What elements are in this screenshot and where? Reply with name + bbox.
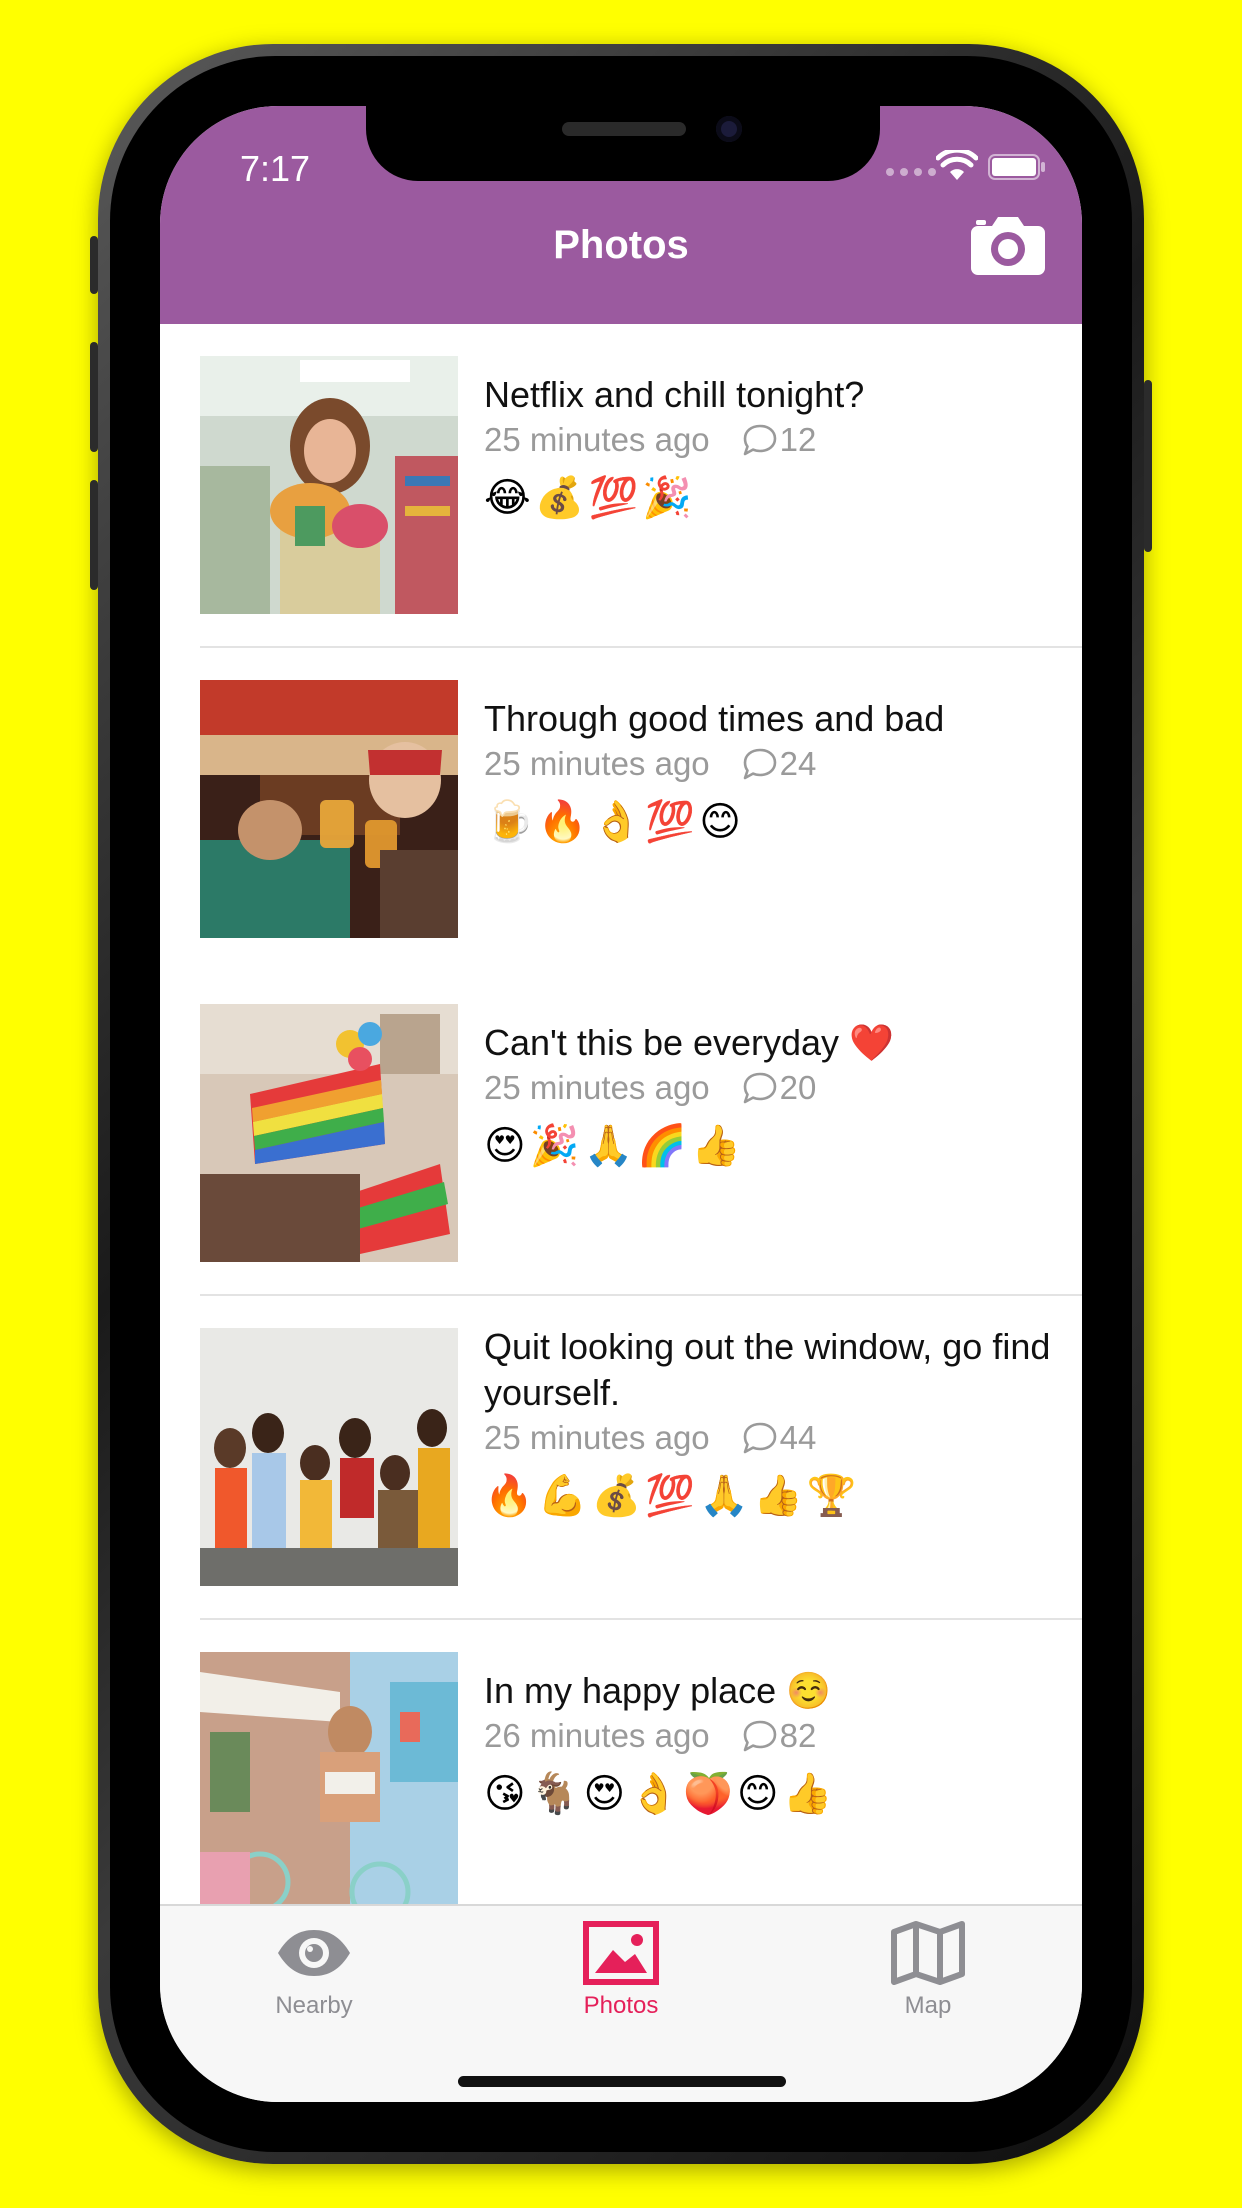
photo-icon: [583, 1921, 659, 1985]
post-thumbnail[interactable]: [200, 356, 458, 614]
comment-count: 12: [779, 421, 817, 458]
comment-icon: [743, 748, 776, 780]
tab-label: Map: [904, 1992, 952, 2019]
post-meta: 25 minutes ago 44: [484, 1416, 1064, 1460]
photo-placeholder: [200, 1004, 458, 1262]
photo-placeholder: [200, 1652, 458, 1904]
comment-count: 82: [779, 1717, 817, 1754]
post-thumbnail[interactable]: [200, 1328, 458, 1586]
tab-label: Nearby: [275, 1992, 353, 2019]
nav-header: 7:17 Photos: [160, 106, 1082, 324]
post-title: In my happy place ☺️: [484, 1670, 831, 1711]
emoji-reactions[interactable]: 😍🎉🙏🌈👍: [484, 1116, 1064, 1176]
post-time: 25 minutes ago: [484, 1069, 710, 1106]
power-button: [1144, 380, 1152, 552]
comment-icon: [743, 424, 776, 456]
post-meta: 25 minutes ago 12: [484, 418, 1064, 462]
tab-map[interactable]: Map: [774, 1906, 1082, 2046]
emoji-reactions[interactable]: 🔥💪💰💯🙏👍🏆: [484, 1466, 1064, 1526]
photo-placeholder: [200, 1328, 458, 1586]
post-time: 25 minutes ago: [484, 1419, 710, 1456]
notch: [366, 106, 880, 181]
home-indicator[interactable]: [458, 2076, 786, 2087]
tab-bar: Nearby Photos Map: [160, 1904, 1082, 2102]
battery-icon: [988, 154, 1045, 180]
list-item[interactable]: Quit looking out the window, go find you…: [160, 1296, 1082, 1620]
post-time: 26 minutes ago: [484, 1717, 710, 1754]
list-item[interactable]: Can't this be everyday ❤️ 25 minutes ago…: [160, 972, 1082, 1296]
post-thumbnail[interactable]: [200, 1004, 458, 1262]
post-thumbnail[interactable]: [200, 680, 458, 938]
emoji-reactions[interactable]: 😘🐐😍👌🍑😊👍: [484, 1764, 1064, 1824]
post-title: Can't this be everyday ❤️: [484, 1022, 894, 1063]
tab-nearby[interactable]: Nearby: [160, 1906, 468, 2046]
emoji-reactions[interactable]: 😂💰💯🎉: [484, 468, 1064, 528]
emoji-reactions[interactable]: 🍺🔥👌💯😊: [484, 792, 1064, 852]
comment-count: 20: [779, 1069, 817, 1106]
post-meta: 26 minutes ago 82: [484, 1714, 1064, 1758]
comment-icon: [743, 1720, 776, 1752]
comment-icon: [743, 1072, 776, 1104]
comment-count: 24: [779, 745, 817, 782]
post-title: Quit looking out the window, go find you…: [484, 1326, 1051, 1413]
photo-placeholder: [200, 356, 458, 614]
camera-icon[interactable]: [970, 212, 1046, 276]
tab-label: Photos: [583, 1992, 659, 2019]
tab-photos[interactable]: Photos: [467, 1906, 775, 2046]
volume-down-button: [90, 480, 98, 590]
post-meta: 25 minutes ago 24: [484, 742, 1064, 786]
map-icon: [891, 1921, 965, 1985]
eye-icon: [278, 1930, 350, 1976]
front-camera: [716, 116, 742, 142]
screen: 7:17 Photos Netflix and chill tonight? 2…: [160, 106, 1082, 2102]
list-item[interactable]: Netflix and chill tonight? 25 minutes ag…: [160, 324, 1082, 648]
page-title: Photos: [553, 223, 689, 267]
silent-switch: [90, 236, 98, 294]
post-title: Through good times and bad: [484, 698, 945, 739]
post-time: 25 minutes ago: [484, 745, 710, 782]
list-item[interactable]: In my happy place ☺️ 26 minutes ago 82 😘…: [160, 1620, 1082, 1904]
post-meta: 25 minutes ago 20: [484, 1066, 1064, 1110]
post-thumbnail[interactable]: [200, 1652, 458, 1904]
speaker-grille: [562, 122, 686, 136]
comment-icon: [743, 1422, 776, 1454]
comment-count: 44: [779, 1419, 817, 1456]
post-time: 25 minutes ago: [484, 421, 710, 458]
photo-placeholder: [200, 680, 458, 938]
list-item[interactable]: Through good times and bad 25 minutes ag…: [160, 648, 1082, 972]
wifi-icon: [936, 150, 978, 180]
status-time: 7:17: [240, 148, 311, 189]
volume-up-button: [90, 342, 98, 452]
photo-feed[interactable]: Netflix and chill tonight? 25 minutes ag…: [160, 324, 1082, 1904]
post-title: Netflix and chill tonight?: [484, 374, 865, 415]
cellular-signal-icon: [886, 168, 936, 176]
